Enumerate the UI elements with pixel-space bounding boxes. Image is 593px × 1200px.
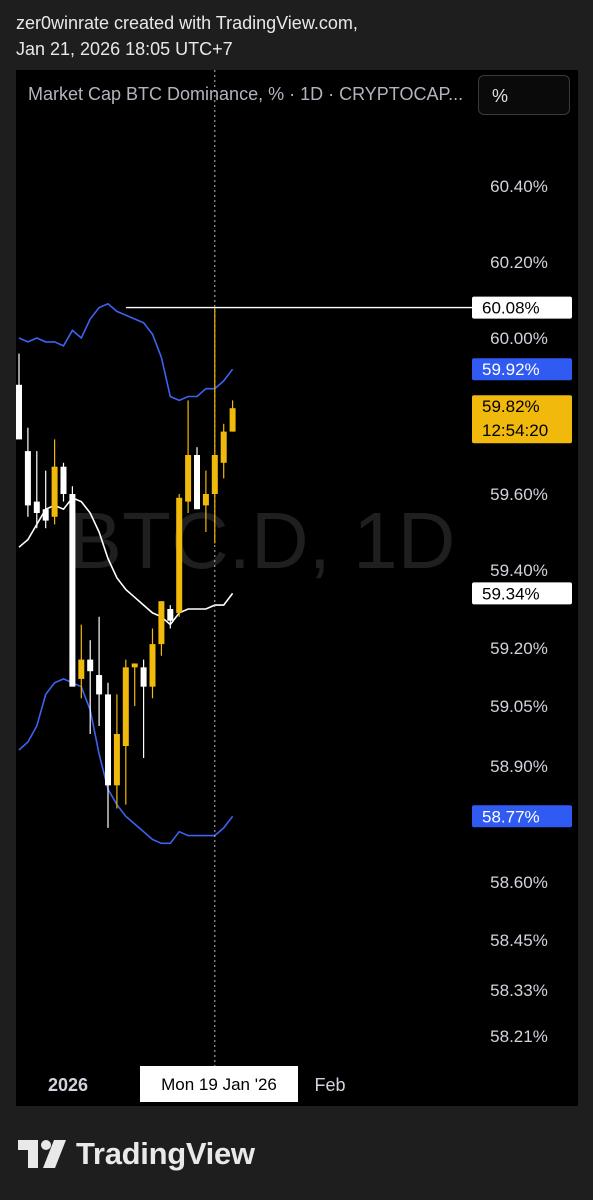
last-price-badge-label: 59.82% [482, 397, 540, 416]
y-tick-label: 59.60% [490, 485, 548, 504]
candle-body [69, 494, 76, 687]
candle-body [51, 466, 58, 517]
y-tick-label: 59.20% [490, 639, 548, 658]
timestamp-line: Jan 21, 2026 18:05 UTC+7 [16, 39, 233, 59]
high-price-badge-label: 60.08% [482, 299, 540, 318]
upper-band-badge-label: 59.92% [482, 360, 540, 379]
chart-canvas[interactable]: BTC.D, 1D 60.40% 60.20% 60.00% 59.60% 59.40%… [16, 70, 578, 1106]
share-caption: zer0winrate created with TradingView.com… [16, 10, 358, 62]
candle-body [158, 601, 165, 645]
candle-body [220, 431, 227, 463]
candle-body [194, 455, 200, 510]
candle-body [33, 501, 40, 513]
crosshair-date-label: Mon 19 Jan '26 [161, 1075, 277, 1094]
y-tick-label: 58.45% [490, 931, 548, 950]
y-tick-label: 58.90% [490, 757, 548, 776]
last-price-badge-countdown: 12:54:20 [482, 421, 548, 440]
basis-badge-label: 59.34% [482, 584, 540, 603]
symbol-title[interactable]: Market Cap BTC Dominance, % · 1D · CRYPT… [28, 84, 463, 105]
y-tick-label: 59.05% [490, 697, 548, 716]
candle-body [42, 509, 49, 521]
percent-scale-button[interactable]: % [478, 75, 570, 115]
candle-body [202, 494, 209, 506]
candle-body [60, 466, 67, 494]
lower-band-badge-label: 58.77% [482, 807, 540, 826]
candle-body [78, 659, 85, 679]
tradingview-wordmark: TradingView [76, 1136, 255, 1171]
candle-body [131, 663, 138, 668]
candle-body [24, 451, 31, 506]
tradingview-logo-icon [18, 1140, 66, 1168]
tradingview-logo[interactable]: TradingView [18, 1136, 255, 1172]
y-tick-label: 58.60% [490, 873, 548, 892]
creator-line: zer0winrate created with TradingView.com… [16, 13, 358, 33]
y-tick-label: 58.33% [490, 981, 548, 1000]
y-tick-label: 60.20% [490, 253, 548, 272]
candle-body [113, 734, 120, 786]
candle-body [16, 384, 22, 440]
candle-body [105, 694, 111, 786]
symbol-watermark: BTC.D, 1D [69, 496, 456, 585]
candle-body [87, 659, 94, 672]
candle-body [211, 455, 218, 494]
candle-body [167, 609, 174, 621]
x-label-2026: 2026 [48, 1075, 88, 1095]
candle-body [96, 675, 103, 695]
y-tick-label: 60.40% [490, 177, 548, 196]
candle-body [140, 667, 147, 687]
y-tick-label: 59.40% [490, 561, 548, 580]
candle-body [122, 667, 129, 746]
candle-body [176, 497, 183, 613]
candle-body [229, 408, 236, 432]
upper-band-line [18, 302, 234, 402]
y-tick-label: 60.00% [490, 329, 548, 348]
candle-body [185, 455, 192, 502]
candle-body [149, 644, 156, 687]
x-label-feb: Feb [314, 1075, 345, 1095]
y-tick-label: 58.21% [490, 1027, 548, 1046]
